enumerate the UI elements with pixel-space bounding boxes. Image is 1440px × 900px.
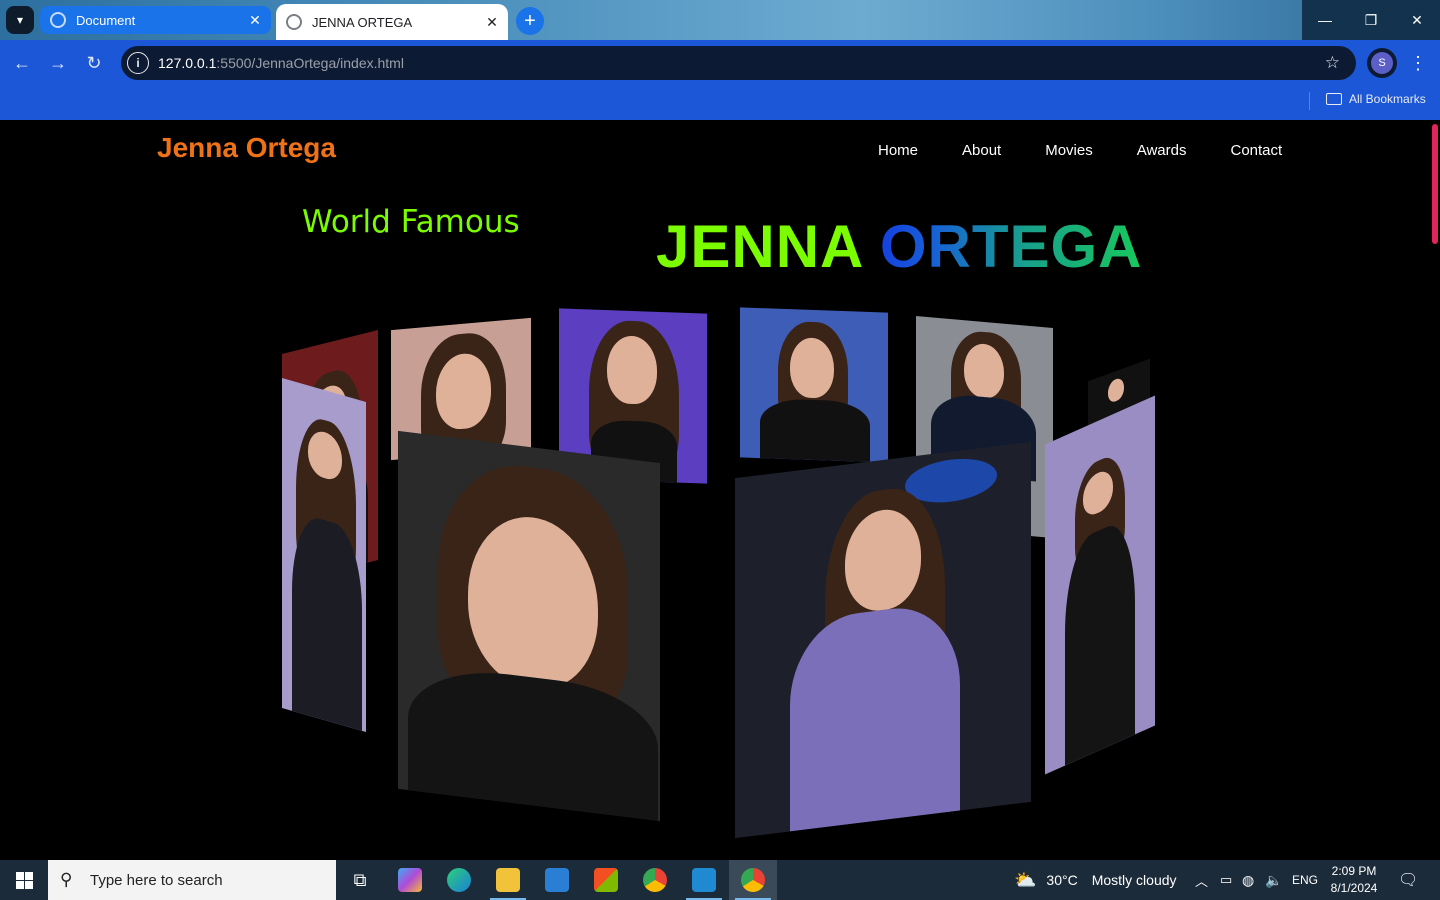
plus-icon: + [524, 10, 536, 32]
page-viewport: Jenna Ortega Home About Movies Awards Co… [0, 120, 1440, 860]
address-bar[interactable]: i 127.0.0.1:5500/JennaOrtega/index.html … [121, 46, 1356, 80]
bookmarks-bar: All Bookmarks [0, 86, 1440, 120]
tab-document[interactable]: Document ✕ [40, 6, 271, 34]
url-host: 127.0.0.1 [158, 55, 217, 71]
task-view-icon: ⧉ [353, 869, 367, 890]
edge-app[interactable] [435, 860, 483, 900]
copilot-app[interactable] [386, 860, 434, 900]
reload-icon: ↻ [86, 52, 102, 73]
site-info-icon[interactable]: i [127, 52, 149, 74]
url-path: :5500/JennaOrtega/index.html [216, 55, 404, 71]
all-bookmarks-label: All Bookmarks [1349, 92, 1426, 106]
volume-muted-icon[interactable]: 🔈 [1265, 860, 1282, 900]
minimize-button[interactable]: — [1302, 0, 1348, 40]
meet-now-icon[interactable]: ▭ [1220, 860, 1232, 900]
nav-contact[interactable]: Contact [1230, 142, 1282, 159]
forward-button[interactable]: → [43, 48, 73, 78]
bookmarks-divider [1309, 92, 1310, 110]
taskbar-search[interactable]: ⚲ Type here to search [48, 860, 336, 900]
chevron-up-icon: ︿ [1195, 873, 1209, 889]
mail-app[interactable] [533, 860, 581, 900]
language-indicator[interactable]: ENG [1292, 860, 1318, 900]
weather-text: Mostly cloudy [1091, 872, 1177, 888]
minimize-icon: — [1318, 12, 1332, 28]
profile-initial: S [1371, 52, 1393, 74]
windows-icon [15, 871, 33, 889]
task-view-button[interactable]: ⧉ [336, 860, 384, 900]
photo-card[interactable] [735, 441, 1031, 839]
chrome-app-active[interactable] [729, 860, 777, 900]
search-placeholder: Type here to search [90, 871, 223, 889]
photo-card[interactable] [282, 377, 366, 733]
close-icon[interactable]: ✕ [245, 12, 265, 29]
weather-temp: 30°C [1046, 872, 1078, 888]
hero-title: JENNA ORTEGA [656, 212, 1143, 281]
close-icon[interactable]: ✕ [482, 14, 502, 31]
nav-about[interactable]: About [962, 142, 1001, 159]
restore-icon: ❐ [1364, 11, 1378, 28]
nav-home[interactable]: Home [878, 142, 918, 159]
chrome-icon [643, 868, 667, 892]
tagline: World Famous [302, 204, 520, 240]
tab-search-button[interactable]: ▾ [6, 6, 34, 34]
new-tab-button[interactable]: + [516, 7, 544, 35]
vscode-app[interactable] [680, 860, 728, 900]
edge-icon [447, 868, 471, 892]
profile-avatar[interactable]: S [1367, 48, 1397, 78]
close-window-button[interactable]: ✕ [1394, 0, 1440, 40]
tab-jenna-ortega[interactable]: JENNA ORTEGA ✕ [276, 4, 508, 40]
globe-icon [50, 12, 66, 28]
site-logo[interactable]: Jenna Ortega [157, 132, 336, 164]
cloud-sun-icon: ⛅ [1014, 869, 1037, 890]
system-clock[interactable]: 2:09 PM 8/1/2024 [1320, 863, 1388, 897]
all-bookmarks-button[interactable]: All Bookmarks [1326, 92, 1426, 106]
chevron-down-icon: ▾ [16, 13, 24, 27]
network-icon[interactable]: ◍ [1242, 860, 1254, 900]
mail-icon [545, 868, 569, 892]
weather-widget[interactable]: ⛅ 30°C Mostly cloudy [1014, 860, 1177, 900]
folder-icon [1326, 93, 1342, 105]
clock-date: 8/1/2024 [1330, 881, 1378, 895]
store-app[interactable] [582, 860, 630, 900]
chrome-icon [741, 868, 765, 892]
site-nav: Home About Movies Awards Contact [878, 142, 1326, 159]
hero-first-name: JENNA [656, 213, 863, 280]
store-icon [594, 868, 618, 892]
photo-card[interactable] [740, 307, 888, 463]
menu-kebab-icon[interactable]: ⋮ [1408, 48, 1428, 78]
nav-awards[interactable]: Awards [1137, 142, 1187, 159]
bookmark-star-icon[interactable]: ☆ [1325, 53, 1340, 73]
photo-card[interactable] [1045, 395, 1155, 775]
page-scrollbar[interactable] [1432, 124, 1438, 244]
close-icon: ✕ [1411, 11, 1423, 28]
chrome-app[interactable] [631, 860, 679, 900]
reload-button[interactable]: ↻ [79, 48, 109, 78]
tab-title: JENNA ORTEGA [312, 14, 413, 30]
photo-card[interactable] [398, 430, 660, 822]
tray-overflow-button[interactable]: ︿ [1195, 860, 1208, 900]
nav-movies[interactable]: Movies [1045, 142, 1093, 159]
hero-last-name: ORTEGA [879, 213, 1143, 280]
file-explorer-app[interactable] [484, 860, 532, 900]
start-button[interactable] [0, 860, 48, 900]
folder-icon [496, 868, 520, 892]
search-icon: ⚲ [60, 870, 73, 889]
browser-toolbar: ← → ↻ i 127.0.0.1:5500/JennaOrtega/index… [0, 40, 1440, 86]
tab-title: Document [76, 12, 136, 28]
restore-button[interactable]: ❐ [1348, 0, 1394, 40]
notifications-icon[interactable]: 🗨 [1398, 860, 1418, 900]
vscode-icon [692, 868, 716, 892]
copilot-icon [398, 868, 422, 892]
browser-tab-strip: ▾ Document ✕ JENNA ORTEGA ✕ + — ❐ ✕ [0, 0, 1440, 40]
arrow-left-icon: ← [13, 52, 31, 73]
globe-icon [286, 14, 302, 30]
arrow-right-icon: → [49, 52, 67, 73]
clock-time: 2:09 PM [1331, 864, 1377, 878]
taskbar: ⚲ Type here to search ⧉ ⛅ 30°C Mostly cl… [0, 860, 1440, 900]
back-button[interactable]: ← [7, 48, 37, 78]
